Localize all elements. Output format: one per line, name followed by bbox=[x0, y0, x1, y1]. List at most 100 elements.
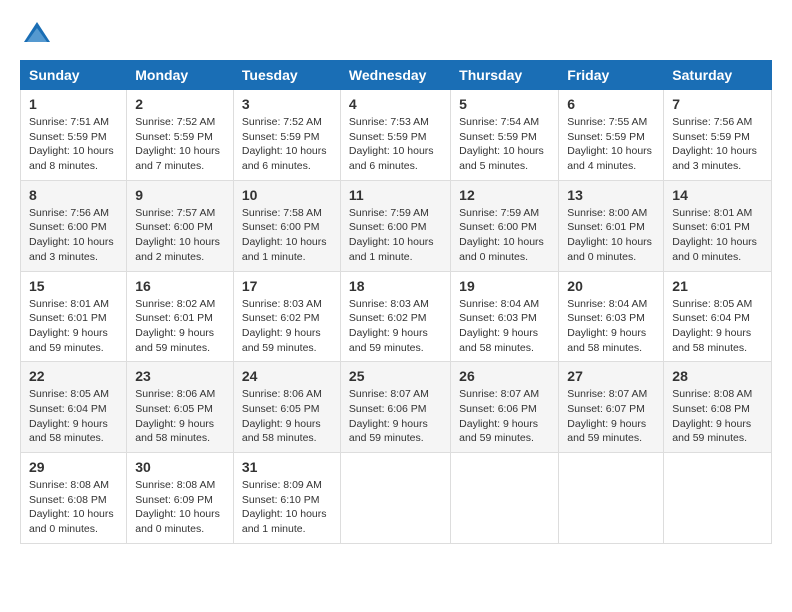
calendar-week-row: 8 Sunrise: 7:56 AMSunset: 6:00 PMDayligh… bbox=[21, 180, 772, 271]
day-number: 11 bbox=[349, 187, 442, 203]
day-number: 8 bbox=[29, 187, 118, 203]
day-info: Sunrise: 8:02 AMSunset: 6:01 PMDaylight:… bbox=[135, 298, 215, 354]
day-info: Sunrise: 7:57 AMSunset: 6:00 PMDaylight:… bbox=[135, 207, 220, 263]
logo-icon bbox=[22, 20, 52, 50]
day-info: Sunrise: 8:07 AMSunset: 6:07 PMDaylight:… bbox=[567, 388, 647, 444]
calendar-week-row: 22 Sunrise: 8:05 AMSunset: 6:04 PMDaylig… bbox=[21, 362, 772, 453]
calendar-table: SundayMondayTuesdayWednesdayThursdayFrid… bbox=[20, 60, 772, 544]
day-number: 22 bbox=[29, 368, 118, 384]
day-info: Sunrise: 8:08 AMSunset: 6:08 PMDaylight:… bbox=[672, 388, 752, 444]
day-number: 25 bbox=[349, 368, 442, 384]
day-info: Sunrise: 7:55 AMSunset: 5:59 PMDaylight:… bbox=[567, 116, 652, 172]
logo bbox=[20, 20, 52, 50]
day-number: 29 bbox=[29, 459, 118, 475]
calendar-day-cell: 30 Sunrise: 8:08 AMSunset: 6:09 PMDaylig… bbox=[127, 453, 234, 544]
calendar-day-cell: 10 Sunrise: 7:58 AMSunset: 6:00 PMDaylig… bbox=[233, 180, 340, 271]
weekday-header-cell: Friday bbox=[559, 61, 664, 90]
calendar-day-cell: 8 Sunrise: 7:56 AMSunset: 6:00 PMDayligh… bbox=[21, 180, 127, 271]
calendar-day-cell: 16 Sunrise: 8:02 AMSunset: 6:01 PMDaylig… bbox=[127, 271, 234, 362]
calendar-day-cell: 22 Sunrise: 8:05 AMSunset: 6:04 PMDaylig… bbox=[21, 362, 127, 453]
day-info: Sunrise: 8:08 AMSunset: 6:09 PMDaylight:… bbox=[135, 479, 220, 535]
day-info: Sunrise: 8:06 AMSunset: 6:05 PMDaylight:… bbox=[135, 388, 215, 444]
day-number: 23 bbox=[135, 368, 225, 384]
day-info: Sunrise: 7:56 AMSunset: 5:59 PMDaylight:… bbox=[672, 116, 757, 172]
calendar-day-cell: 2 Sunrise: 7:52 AMSunset: 5:59 PMDayligh… bbox=[127, 90, 234, 181]
day-number: 13 bbox=[567, 187, 655, 203]
calendar-day-cell: 23 Sunrise: 8:06 AMSunset: 6:05 PMDaylig… bbox=[127, 362, 234, 453]
calendar-day-cell: 7 Sunrise: 7:56 AMSunset: 5:59 PMDayligh… bbox=[664, 90, 772, 181]
calendar-day-cell bbox=[340, 453, 450, 544]
calendar-day-cell: 12 Sunrise: 7:59 AMSunset: 6:00 PMDaylig… bbox=[451, 180, 559, 271]
day-info: Sunrise: 8:00 AMSunset: 6:01 PMDaylight:… bbox=[567, 207, 652, 263]
calendar-day-cell: 13 Sunrise: 8:00 AMSunset: 6:01 PMDaylig… bbox=[559, 180, 664, 271]
day-info: Sunrise: 8:04 AMSunset: 6:03 PMDaylight:… bbox=[459, 298, 539, 354]
day-info: Sunrise: 7:53 AMSunset: 5:59 PMDaylight:… bbox=[349, 116, 434, 172]
day-info: Sunrise: 8:03 AMSunset: 6:02 PMDaylight:… bbox=[349, 298, 429, 354]
calendar-day-cell: 4 Sunrise: 7:53 AMSunset: 5:59 PMDayligh… bbox=[340, 90, 450, 181]
calendar-day-cell: 1 Sunrise: 7:51 AMSunset: 5:59 PMDayligh… bbox=[21, 90, 127, 181]
day-number: 21 bbox=[672, 278, 763, 294]
day-info: Sunrise: 7:51 AMSunset: 5:59 PMDaylight:… bbox=[29, 116, 114, 172]
weekday-header-cell: Wednesday bbox=[340, 61, 450, 90]
calendar-day-cell bbox=[451, 453, 559, 544]
calendar-day-cell: 18 Sunrise: 8:03 AMSunset: 6:02 PMDaylig… bbox=[340, 271, 450, 362]
day-info: Sunrise: 8:04 AMSunset: 6:03 PMDaylight:… bbox=[567, 298, 647, 354]
calendar-week-row: 1 Sunrise: 7:51 AMSunset: 5:59 PMDayligh… bbox=[21, 90, 772, 181]
calendar-day-cell: 9 Sunrise: 7:57 AMSunset: 6:00 PMDayligh… bbox=[127, 180, 234, 271]
day-number: 9 bbox=[135, 187, 225, 203]
calendar-day-cell: 17 Sunrise: 8:03 AMSunset: 6:02 PMDaylig… bbox=[233, 271, 340, 362]
day-number: 15 bbox=[29, 278, 118, 294]
day-number: 17 bbox=[242, 278, 332, 294]
day-number: 27 bbox=[567, 368, 655, 384]
calendar-day-cell: 27 Sunrise: 8:07 AMSunset: 6:07 PMDaylig… bbox=[559, 362, 664, 453]
weekday-header-cell: Tuesday bbox=[233, 61, 340, 90]
weekday-header-cell: Monday bbox=[127, 61, 234, 90]
day-number: 20 bbox=[567, 278, 655, 294]
calendar-day-cell: 11 Sunrise: 7:59 AMSunset: 6:00 PMDaylig… bbox=[340, 180, 450, 271]
weekday-header-cell: Saturday bbox=[664, 61, 772, 90]
day-info: Sunrise: 8:01 AMSunset: 6:01 PMDaylight:… bbox=[672, 207, 757, 263]
day-info: Sunrise: 8:03 AMSunset: 6:02 PMDaylight:… bbox=[242, 298, 322, 354]
calendar-day-cell: 14 Sunrise: 8:01 AMSunset: 6:01 PMDaylig… bbox=[664, 180, 772, 271]
calendar-day-cell: 31 Sunrise: 8:09 AMSunset: 6:10 PMDaylig… bbox=[233, 453, 340, 544]
calendar-week-row: 15 Sunrise: 8:01 AMSunset: 6:01 PMDaylig… bbox=[21, 271, 772, 362]
day-info: Sunrise: 8:01 AMSunset: 6:01 PMDaylight:… bbox=[29, 298, 109, 354]
day-number: 4 bbox=[349, 96, 442, 112]
day-number: 18 bbox=[349, 278, 442, 294]
header bbox=[20, 20, 772, 50]
calendar-day-cell: 19 Sunrise: 8:04 AMSunset: 6:03 PMDaylig… bbox=[451, 271, 559, 362]
day-info: Sunrise: 7:59 AMSunset: 6:00 PMDaylight:… bbox=[349, 207, 434, 263]
day-number: 7 bbox=[672, 96, 763, 112]
calendar-week-row: 29 Sunrise: 8:08 AMSunset: 6:08 PMDaylig… bbox=[21, 453, 772, 544]
day-number: 30 bbox=[135, 459, 225, 475]
day-info: Sunrise: 7:56 AMSunset: 6:00 PMDaylight:… bbox=[29, 207, 114, 263]
calendar-day-cell: 5 Sunrise: 7:54 AMSunset: 5:59 PMDayligh… bbox=[451, 90, 559, 181]
day-info: Sunrise: 8:07 AMSunset: 6:06 PMDaylight:… bbox=[459, 388, 539, 444]
day-number: 6 bbox=[567, 96, 655, 112]
weekday-header-row: SundayMondayTuesdayWednesdayThursdayFrid… bbox=[21, 61, 772, 90]
calendar-day-cell: 21 Sunrise: 8:05 AMSunset: 6:04 PMDaylig… bbox=[664, 271, 772, 362]
day-number: 28 bbox=[672, 368, 763, 384]
day-number: 16 bbox=[135, 278, 225, 294]
day-info: Sunrise: 7:54 AMSunset: 5:59 PMDaylight:… bbox=[459, 116, 544, 172]
day-info: Sunrise: 7:58 AMSunset: 6:00 PMDaylight:… bbox=[242, 207, 327, 263]
calendar-day-cell: 25 Sunrise: 8:07 AMSunset: 6:06 PMDaylig… bbox=[340, 362, 450, 453]
day-info: Sunrise: 7:52 AMSunset: 5:59 PMDaylight:… bbox=[135, 116, 220, 172]
day-info: Sunrise: 8:07 AMSunset: 6:06 PMDaylight:… bbox=[349, 388, 429, 444]
day-info: Sunrise: 7:52 AMSunset: 5:59 PMDaylight:… bbox=[242, 116, 327, 172]
calendar-body: 1 Sunrise: 7:51 AMSunset: 5:59 PMDayligh… bbox=[21, 90, 772, 544]
day-number: 14 bbox=[672, 187, 763, 203]
day-number: 31 bbox=[242, 459, 332, 475]
weekday-header-cell: Sunday bbox=[21, 61, 127, 90]
day-number: 26 bbox=[459, 368, 550, 384]
day-info: Sunrise: 8:05 AMSunset: 6:04 PMDaylight:… bbox=[29, 388, 109, 444]
calendar-day-cell: 15 Sunrise: 8:01 AMSunset: 6:01 PMDaylig… bbox=[21, 271, 127, 362]
calendar-day-cell: 28 Sunrise: 8:08 AMSunset: 6:08 PMDaylig… bbox=[664, 362, 772, 453]
day-number: 24 bbox=[242, 368, 332, 384]
weekday-header-cell: Thursday bbox=[451, 61, 559, 90]
calendar-day-cell: 20 Sunrise: 8:04 AMSunset: 6:03 PMDaylig… bbox=[559, 271, 664, 362]
calendar-day-cell: 26 Sunrise: 8:07 AMSunset: 6:06 PMDaylig… bbox=[451, 362, 559, 453]
day-info: Sunrise: 8:06 AMSunset: 6:05 PMDaylight:… bbox=[242, 388, 322, 444]
day-info: Sunrise: 8:09 AMSunset: 6:10 PMDaylight:… bbox=[242, 479, 327, 535]
day-number: 2 bbox=[135, 96, 225, 112]
